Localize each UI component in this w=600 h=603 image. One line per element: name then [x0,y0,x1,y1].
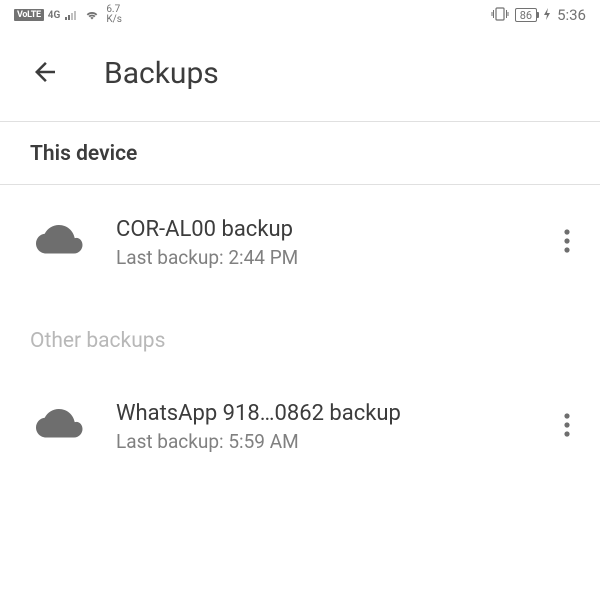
wifi-icon [84,6,100,25]
cloud-icon [36,409,84,445]
battery-indicator: 86 [515,8,537,22]
backup-title: COR-AL00 backup [116,217,522,242]
battery-level: 86 [520,9,532,22]
more-button[interactable] [554,403,580,451]
status-right: 86 5:36 [491,6,586,25]
status-bar: VoLTE 4G 6.7 K/s 86 5:3 [0,0,600,28]
page-title: Backups [104,56,219,91]
section-header-other-backups: Other backups [0,281,600,371]
vibrate-icon [491,6,509,25]
cloud-icon [36,225,84,261]
status-left: VoLTE 4G 6.7 K/s [14,5,122,25]
volte-badge: VoLTE [14,9,44,21]
back-button[interactable] [30,57,60,91]
section-header-this-device: This device [0,122,600,185]
backup-subtitle: Last backup: 2:44 PM [116,246,522,269]
backup-title: WhatsApp 918…0862 backup [116,401,522,426]
app-header: Backups [0,28,600,121]
clock-time: 5:36 [557,6,586,24]
backup-subtitle: Last backup: 5:59 AM [116,430,522,453]
charging-icon [543,8,551,23]
data-speed: 6.7 K/s [106,5,122,25]
signal-bars-icon [65,11,76,20]
backup-info: COR-AL00 backup Last backup: 2:44 PM [116,217,522,269]
network-gen: 4G [48,10,61,21]
more-button[interactable] [554,219,580,267]
backup-item-this-device[interactable]: COR-AL00 backup Last backup: 2:44 PM [0,185,600,281]
speed-unit: K/s [106,15,122,25]
backup-info: WhatsApp 918…0862 backup Last backup: 5:… [116,401,522,453]
backup-item-other[interactable]: WhatsApp 918…0862 backup Last backup: 5:… [0,371,600,465]
